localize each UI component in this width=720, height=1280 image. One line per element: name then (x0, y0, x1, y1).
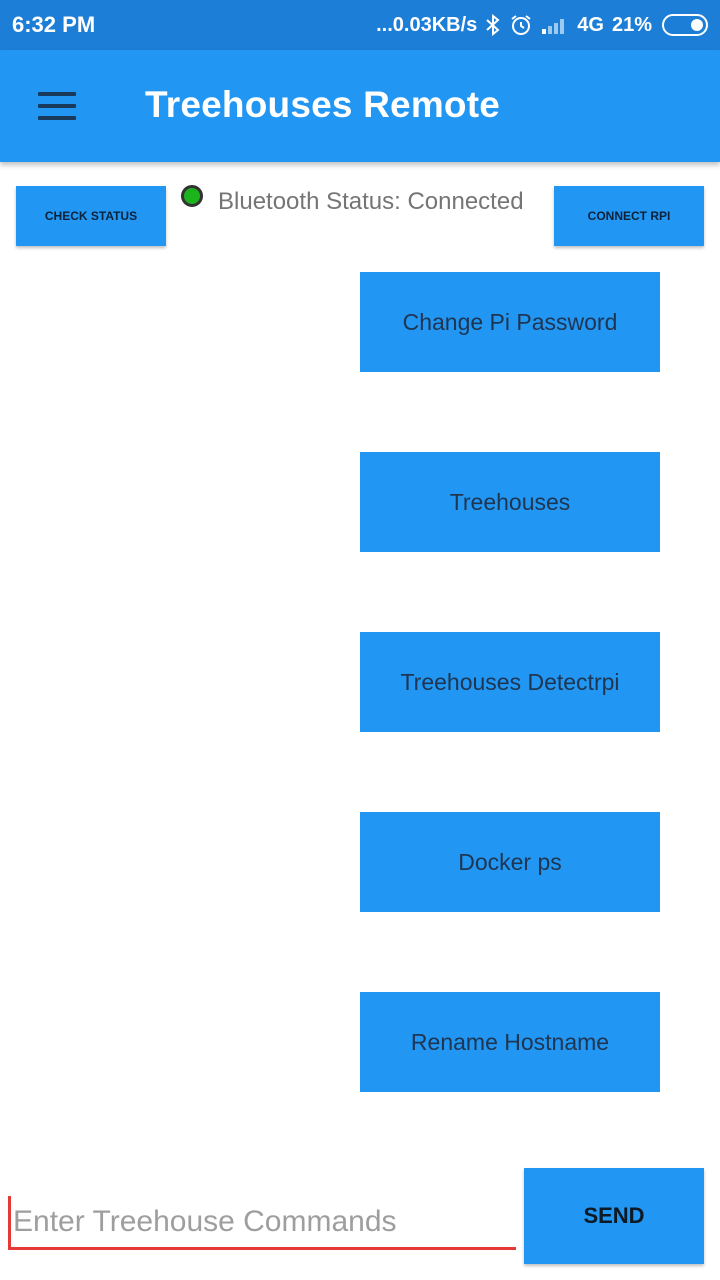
battery-icon (662, 14, 708, 36)
docker-ps-button[interactable]: Docker ps (360, 812, 660, 912)
send-button[interactable]: SEND (524, 1168, 704, 1264)
treehouses-detectrpi-button[interactable]: Treehouses Detectrpi (360, 632, 660, 732)
command-input-container (8, 1196, 516, 1250)
treehouses-button[interactable]: Treehouses (360, 452, 660, 552)
bluetooth-icon (485, 13, 501, 37)
alarm-icon (509, 13, 533, 37)
status-time: 6:32 PM (12, 12, 96, 37)
connect-rpi-button[interactable]: CONNECT RPI (554, 186, 704, 246)
app-bar: Treehouses Remote (0, 50, 720, 162)
network-type: 4G (577, 13, 604, 36)
status-icons: ...0.03KB/s 4G 21% (376, 13, 708, 37)
status-bar: 6:32 PM ...0.03KB/s 4G 21% (0, 0, 720, 50)
signal-icon (541, 15, 569, 35)
menu-icon[interactable] (38, 92, 76, 120)
change-pi-password-button[interactable]: Change Pi Password (360, 272, 660, 372)
battery-percent: 21% (611, 13, 652, 36)
rename-hostname-button[interactable]: Rename Hostname (360, 992, 660, 1092)
bluetooth-status-indicator (181, 185, 203, 207)
bluetooth-status-text: Bluetooth Status: Connected (218, 188, 524, 215)
network-speed: ...0.03KB/s (376, 13, 478, 36)
command-input[interactable] (8, 1196, 516, 1247)
check-status-button[interactable]: CHECK STATUS (16, 186, 166, 246)
app-title: Treehouses Remote (145, 84, 501, 125)
